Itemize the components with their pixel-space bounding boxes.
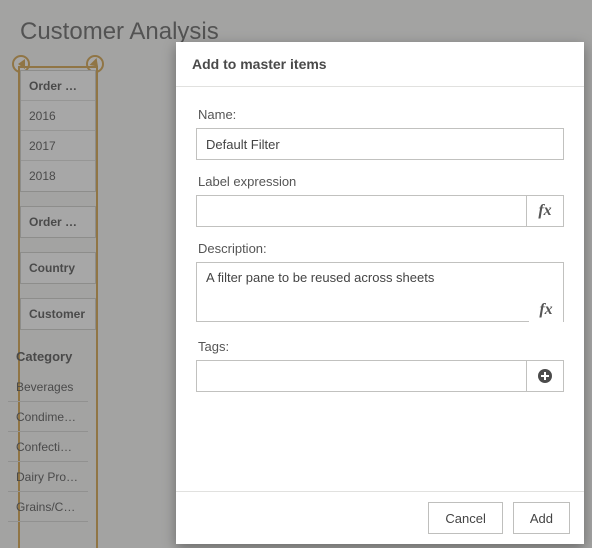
- label-expression-input[interactable]: [196, 195, 564, 227]
- plus-circle-icon: [537, 368, 553, 384]
- cancel-button[interactable]: Cancel: [428, 502, 502, 534]
- label-expression-label: Label expression: [198, 174, 564, 189]
- add-button[interactable]: Add: [513, 502, 570, 534]
- add-master-item-dialog: Add to master items Name: Label expressi…: [176, 42, 584, 544]
- name-input[interactable]: [196, 128, 564, 160]
- fx-button[interactable]: fx: [526, 195, 564, 227]
- description-input[interactable]: [196, 262, 564, 322]
- add-tag-button[interactable]: [526, 360, 564, 392]
- name-label: Name:: [198, 107, 564, 122]
- tags-label: Tags:: [198, 339, 564, 354]
- fx-button[interactable]: fx: [529, 296, 563, 324]
- tags-input[interactable]: [196, 360, 564, 392]
- dialog-title: Add to master items: [176, 42, 584, 87]
- description-label: Description:: [198, 241, 564, 256]
- dialog-footer: Cancel Add: [176, 491, 584, 544]
- dialog-body: Name: Label expression fx Description: f…: [176, 87, 584, 491]
